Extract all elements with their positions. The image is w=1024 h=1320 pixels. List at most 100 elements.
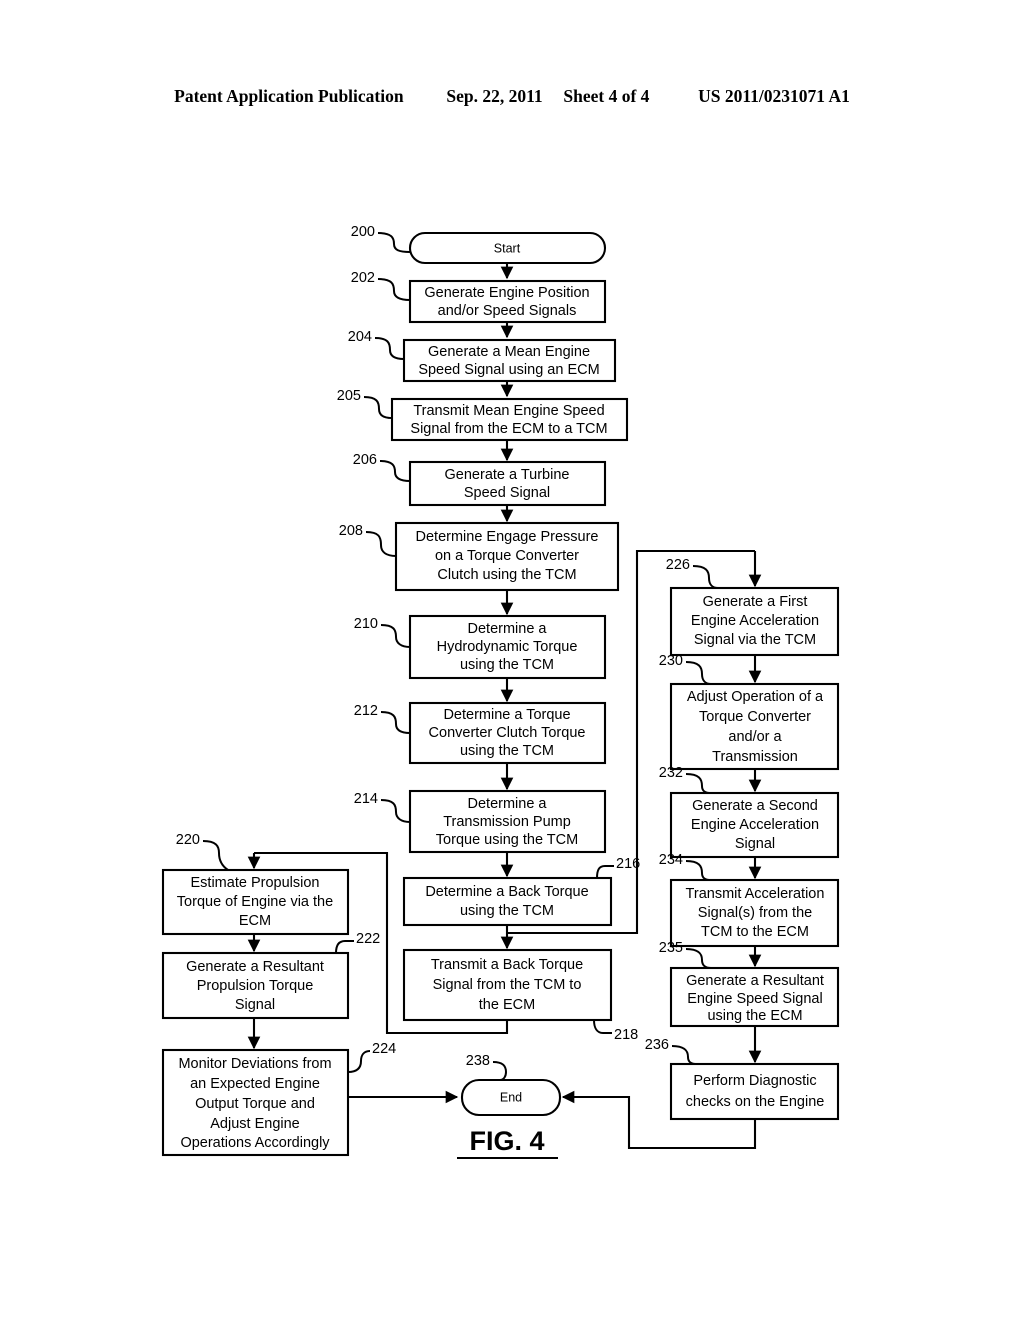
patent-page: Patent Application Publication Sep. 22, …: [0, 0, 1024, 1320]
node-236-line2: checks on the Engine: [686, 1094, 825, 1110]
leader-218: [593, 1019, 612, 1034]
node-218-line1: Transmit a Back Torque: [431, 957, 583, 973]
node-218-line2: Signal from the TCM to: [433, 977, 582, 993]
node-236-line1: Perform Diagnostic: [693, 1073, 816, 1089]
node-232-line1: Generate a Second: [692, 798, 818, 814]
node-212-line2: Converter Clutch Torque: [429, 725, 586, 741]
node-230[interactable]: Adjust Operation of a Torque Converter a…: [669, 682, 840, 771]
node-206-line1: Generate a Turbine: [445, 467, 570, 483]
node-235-line1: Generate a Resultant: [686, 973, 824, 989]
node-220-line2: Torque of Engine via the: [177, 894, 333, 910]
ref-218: 218: [614, 1027, 638, 1043]
node-238-end[interactable]: End: [460, 1078, 562, 1117]
node-224[interactable]: Monitor Deviations from an Expected Engi…: [161, 1048, 350, 1157]
node-214-line2: Transmission Pump: [443, 814, 571, 830]
node-208-line3: Clutch using the TCM: [437, 567, 576, 583]
node-224-line5: Operations Accordingly: [180, 1135, 330, 1151]
node-206-line2: Speed Signal: [464, 485, 550, 501]
node-212-line1: Determine a Torque: [443, 707, 570, 723]
node-230-line4: Transmission: [712, 749, 798, 765]
node-204-line1: Generate a Mean Engine: [428, 344, 590, 360]
ref-212: 212: [354, 703, 378, 719]
node-224-line2: an Expected Engine: [190, 1076, 320, 1092]
node-210[interactable]: Determine a Hydrodynamic Torque using th…: [408, 614, 607, 680]
ref-205: 205: [337, 388, 361, 404]
node-232[interactable]: Generate a Second Engine Acceleration Si…: [669, 791, 840, 859]
node-238-label: End: [500, 1090, 522, 1104]
flowchart-figure: Start 200 Generate Engine Position and/o…: [161, 224, 840, 1160]
node-202[interactable]: Generate Engine Position and/or Speed Si…: [408, 279, 607, 324]
leader-214: [380, 799, 411, 823]
leader-235: [685, 948, 712, 969]
ref-236: 236: [645, 1037, 669, 1053]
ref-220: 220: [176, 832, 200, 848]
leader-208: [365, 531, 397, 557]
node-204[interactable]: Generate a Mean Engine Speed Signal usin…: [402, 338, 617, 383]
figure-label-text: FIG. 4: [469, 1126, 544, 1156]
node-222-line1: Generate a Resultant: [186, 959, 324, 975]
node-216-line1: Determine a Back Torque: [425, 884, 588, 900]
node-234-line2: Signal(s) from the: [698, 905, 812, 921]
node-235-line3: using the ECM: [707, 1008, 802, 1024]
node-210-line2: Hydrodynamic Torque: [437, 639, 578, 655]
ref-216: 216: [616, 856, 640, 872]
node-234-line3: TCM to the ECM: [701, 924, 809, 940]
ref-232: 232: [659, 765, 683, 781]
node-236[interactable]: Perform Diagnostic checks on the Engine: [669, 1062, 840, 1121]
leader-226: [692, 565, 719, 589]
node-212-line3: using the TCM: [460, 743, 554, 759]
node-202-line1: Generate Engine Position: [424, 285, 589, 301]
node-212[interactable]: Determine a Torque Converter Clutch Torq…: [408, 701, 607, 765]
node-222[interactable]: Generate a Resultant Propulsion Torque S…: [161, 951, 350, 1020]
node-202-line2: and/or Speed Signals: [438, 303, 577, 319]
node-205-line2: Signal from the ECM to a TCM: [410, 421, 607, 437]
ref-224: 224: [372, 1041, 396, 1057]
leader-216: [596, 865, 614, 879]
ref-210: 210: [354, 616, 378, 632]
node-224-line3: Output Torque and: [195, 1096, 315, 1112]
node-208-line2: on a Torque Converter: [435, 548, 579, 564]
leader-232: [685, 773, 712, 794]
node-200-label: Start: [494, 241, 521, 255]
ref-234: 234: [659, 852, 683, 868]
ref-226: 226: [666, 557, 690, 573]
leader-202: [377, 278, 411, 301]
ref-204: 204: [348, 329, 372, 345]
node-222-line2: Propulsion Torque: [197, 978, 314, 994]
node-214-line3: Torque using the TCM: [436, 832, 578, 848]
node-216-line2: using the TCM: [460, 903, 554, 919]
node-234-line1: Transmit Acceleration: [686, 886, 825, 902]
node-206[interactable]: Generate a Turbine Speed Signal: [408, 460, 607, 507]
ref-200: 200: [351, 224, 375, 240]
leader-205: [363, 396, 393, 419]
leader-238: [492, 1061, 508, 1081]
ref-206: 206: [353, 452, 377, 468]
node-226-line2: Engine Acceleration: [691, 613, 819, 629]
node-210-line1: Determine a: [468, 621, 548, 637]
node-220[interactable]: Estimate Propulsion Torque of Engine via…: [161, 868, 350, 936]
ref-208: 208: [339, 523, 363, 539]
node-224-line1: Monitor Deviations from: [178, 1056, 331, 1072]
leader-200: [377, 232, 411, 253]
node-226-line3: Signal via the TCM: [694, 632, 816, 648]
node-218[interactable]: Transmit a Back Torque Signal from the T…: [402, 948, 613, 1022]
ref-238: 238: [466, 1053, 490, 1069]
node-200-start[interactable]: Start: [408, 231, 607, 265]
node-235[interactable]: Generate a Resultant Engine Speed Signal…: [669, 966, 840, 1028]
node-226[interactable]: Generate a First Engine Acceleration Sig…: [669, 586, 840, 657]
node-216[interactable]: Determine a Back Torque using the TCM: [402, 876, 613, 927]
ref-202: 202: [351, 270, 375, 286]
node-214[interactable]: Determine a Transmission Pump Torque usi…: [408, 789, 607, 854]
node-208[interactable]: Determine Engage Pressure on a Torque Co…: [394, 521, 620, 592]
leader-206: [379, 460, 411, 482]
ref-235: 235: [659, 940, 683, 956]
node-204-line2: Speed Signal using an ECM: [418, 362, 599, 378]
node-210-line3: using the TCM: [460, 657, 554, 673]
node-234[interactable]: Transmit Acceleration Signal(s) from the…: [669, 878, 840, 948]
leader-204: [374, 337, 405, 360]
node-220-line3: ECM: [239, 913, 271, 929]
node-218-line3: the ECM: [479, 997, 535, 1013]
node-230-line3: and/or a: [728, 729, 782, 745]
node-226-line1: Generate a First: [703, 594, 808, 610]
node-205[interactable]: Transmit Mean Engine Speed Signal from t…: [390, 397, 629, 442]
